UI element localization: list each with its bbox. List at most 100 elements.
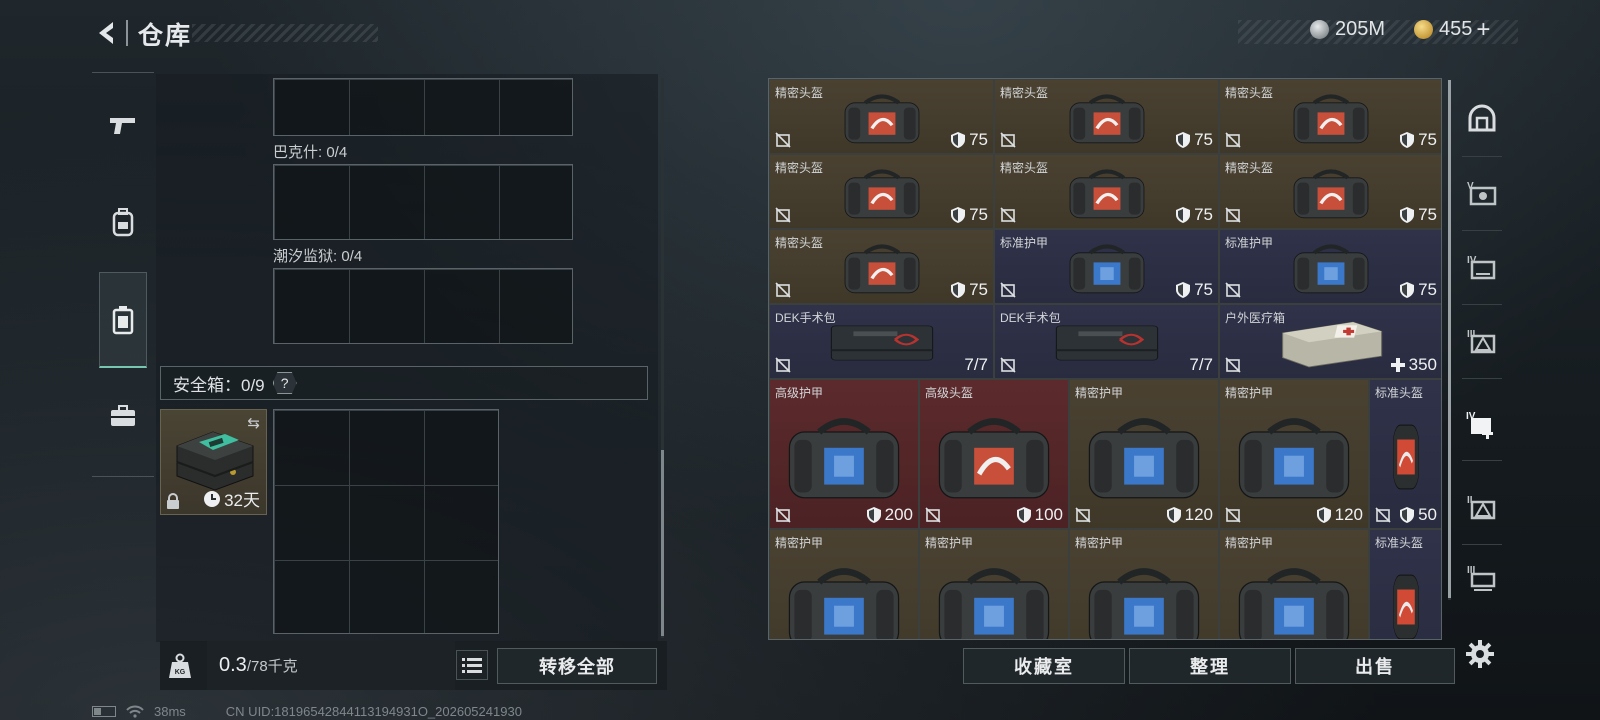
item-value: 120: [1166, 505, 1213, 525]
back-button[interactable]: [92, 18, 122, 48]
container-grid-top[interactable]: [273, 78, 573, 136]
tier-ii-icon: II: [1467, 495, 1496, 520]
title-divider: [126, 20, 128, 46]
inventory-item[interactable]: DEK手术包 7/7: [769, 304, 994, 379]
inventory-item[interactable]: 精密头盔 75: [994, 79, 1219, 154]
rail-filter-tier-ii[interactable]: II: [1458, 480, 1506, 536]
sell-button[interactable]: 出售: [1295, 648, 1455, 684]
nav-item-container[interactable]: [92, 368, 154, 464]
silver-coin-icon: [1310, 20, 1329, 39]
rail-filter-dome[interactable]: [1458, 92, 1506, 148]
rail-filter-tier-iii[interactable]: III: [1458, 314, 1506, 370]
collection-room-button[interactable]: 收藏室: [963, 648, 1125, 684]
transfer-all-button[interactable]: 转移全部: [497, 648, 657, 684]
tier-v-icon: V: [1467, 181, 1497, 206]
container-grid-bakhsh[interactable]: [273, 164, 573, 240]
no-trade-icon: [1075, 507, 1091, 523]
rail-filter-tier-v[interactable]: V: [1458, 166, 1506, 222]
inventory-scrollbar-thumb[interactable]: [1448, 80, 1451, 598]
uid-text: CN UID:18196542844113194931O_20260524193…: [225, 703, 522, 719]
settings-button[interactable]: [1460, 634, 1500, 674]
item-value-text: 75: [969, 205, 988, 224]
add-gold-icon[interactable]: +: [1476, 17, 1490, 41]
swap-icon[interactable]: ⇆: [247, 414, 260, 432]
inventory-item[interactable]: 标准护甲 75: [994, 229, 1219, 304]
item-value-text: 75: [1418, 205, 1437, 224]
left-scrollbar-thumb[interactable]: [661, 450, 664, 636]
nav-item-vest[interactable]: [99, 272, 147, 368]
no-trade-icon: [1000, 207, 1016, 223]
durability-shield-icon: [951, 132, 966, 148]
item-value: 120: [1316, 505, 1363, 525]
item-name: 精密头盔: [775, 86, 824, 100]
durability-shield-icon: [1016, 507, 1031, 523]
item-value-text: 75: [1194, 205, 1213, 224]
durability-shield-icon: [866, 507, 881, 523]
armor-bag-icon: [1088, 418, 1200, 499]
organize-button[interactable]: 整理: [1129, 648, 1291, 684]
inventory-item[interactable]: 精密护甲: [1219, 529, 1369, 639]
item-value-text: 75: [969, 280, 988, 299]
title-decoration: [192, 24, 378, 42]
inventory-item[interactable]: 精密头盔 75: [769, 154, 994, 229]
inventory-item[interactable]: 精密护甲 120: [1069, 379, 1219, 529]
inventory-item[interactable]: 精密头盔 75: [769, 229, 994, 304]
inventory-item[interactable]: 精密护甲: [919, 529, 1069, 639]
inventory-item[interactable]: 标准头盔 50: [1369, 379, 1441, 529]
no-trade-icon: [1000, 357, 1016, 373]
nav-item-weapons[interactable]: [92, 78, 154, 174]
inventory-item[interactable]: 高级护甲 200: [769, 379, 919, 529]
item-value-text: 75: [1418, 280, 1437, 299]
inventory-item[interactable]: 高级头盔 100: [919, 379, 1069, 529]
inventory-item[interactable]: DEK手术包 7/7: [994, 304, 1219, 379]
durability-shield-icon: [1176, 282, 1191, 298]
no-trade-icon: [1000, 132, 1016, 148]
wifi-icon: [126, 705, 144, 718]
rail-filter-tier-iv-plus[interactable]: IV: [1458, 396, 1506, 452]
duration-text: 32天: [224, 491, 260, 510]
heal-plus-icon: [1390, 358, 1405, 372]
durability-shield-icon: [1400, 207, 1415, 223]
item-name: 精密护甲: [1075, 536, 1124, 550]
durability-shield-icon: [1400, 132, 1415, 148]
item-value-text: 120: [1334, 505, 1363, 524]
inventory-item[interactable]: 户外医疗箱 350: [1219, 304, 1441, 379]
safebox-grid[interactable]: [273, 409, 499, 634]
durability-shield-icon: [1400, 507, 1415, 523]
item-name: 标准护甲: [1225, 236, 1274, 250]
item-value: 50: [1400, 505, 1437, 525]
safebox-item[interactable]: ⇆ 32天: [160, 409, 267, 515]
help-button[interactable]: ?: [272, 372, 297, 394]
gold-currency[interactable]: 455 +: [1414, 17, 1490, 41]
inventory-item[interactable]: 精密头盔 75: [1219, 154, 1441, 229]
inventory-item[interactable]: 精密头盔 75: [769, 79, 994, 154]
armor-bag-icon: [788, 418, 900, 499]
nav-item-backpack[interactable]: [92, 174, 154, 270]
tier-iv-plus-icon: IV: [1466, 411, 1493, 439]
inventory-item[interactable]: 精密护甲 120: [1219, 379, 1369, 529]
back-arrow-icon: [99, 22, 113, 44]
list-view-button[interactable]: [456, 650, 488, 680]
left-category-nav: [92, 72, 154, 478]
rail-divider: [1462, 230, 1502, 231]
rail-divider: [1462, 544, 1502, 545]
rail-filter-tier-iv[interactable]: IV: [1458, 240, 1506, 296]
inventory-item[interactable]: 精密护甲: [769, 529, 919, 639]
gold-amount: 455: [1439, 18, 1473, 40]
inventory-item[interactable]: 精密头盔 75: [1219, 79, 1441, 154]
container-grid-tidal-prison[interactable]: [273, 268, 573, 344]
no-trade-icon: [775, 357, 791, 373]
inventory-grid[interactable]: 精密头盔 75 精密头盔 75 精密头盔 75 精密头盔 75 精密头盔 75 精密头盔 75 精密头盔…: [768, 78, 1442, 640]
item-value: 100: [1016, 505, 1063, 525]
silver-currency: 205M: [1310, 18, 1385, 41]
inventory-item[interactable]: 精密护甲: [1069, 529, 1219, 639]
battery-icon: [92, 705, 116, 717]
inventory-item[interactable]: 标准护甲 75: [1219, 229, 1441, 304]
inventory-item[interactable]: 精密头盔 75: [994, 154, 1219, 229]
pistol-icon: [110, 118, 135, 134]
durability-shield-icon: [1316, 507, 1331, 523]
clock-icon: [204, 490, 221, 507]
rail-filter-tier-iii-bottom[interactable]: III: [1458, 550, 1506, 606]
item-name: 精密头盔: [1000, 86, 1049, 100]
inventory-item[interactable]: 标准头盔: [1369, 529, 1441, 639]
